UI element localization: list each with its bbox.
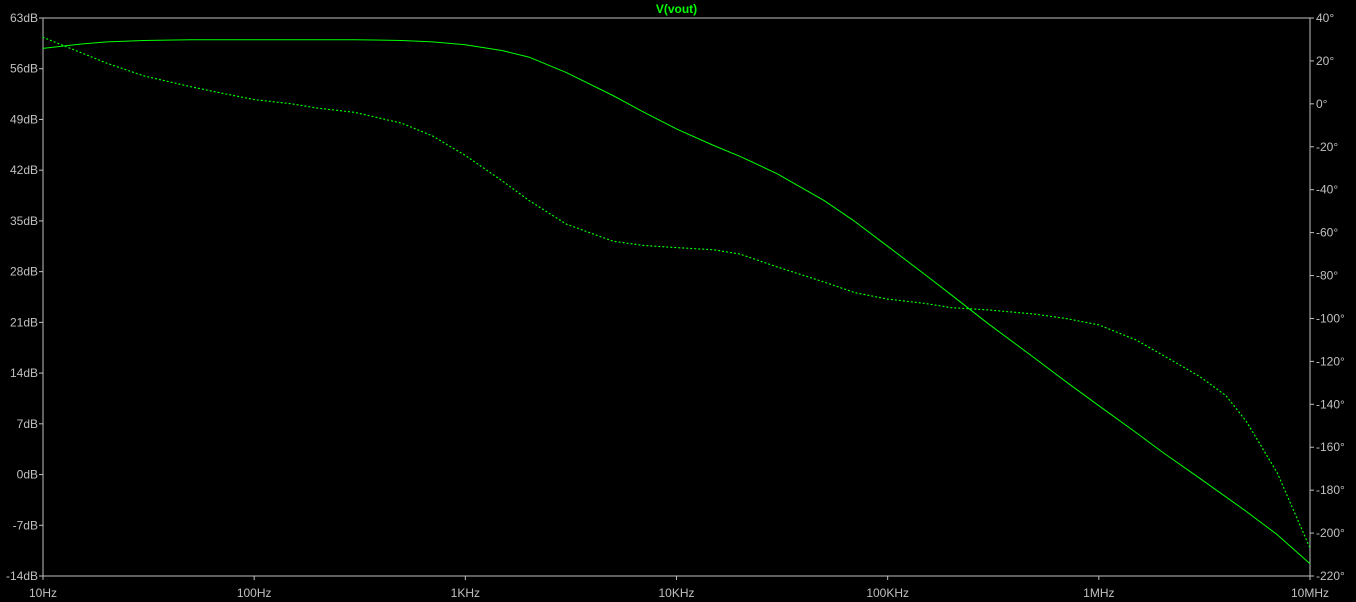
left-tick-label: 7dB	[17, 417, 38, 431]
right-tick-label: 0°	[1316, 97, 1328, 111]
x-tick-label: 100KHz	[866, 586, 909, 600]
x-tick-label: 100Hz	[237, 586, 272, 600]
right-tick-label: -220°	[1316, 569, 1345, 583]
right-tick-label: -80°	[1316, 269, 1338, 283]
right-tick-label: -180°	[1316, 483, 1345, 497]
left-tick-label: 49dB	[10, 112, 38, 126]
plot-background	[0, 0, 1356, 602]
x-tick-label: 1KHz	[451, 586, 480, 600]
right-tick-label: -40°	[1316, 183, 1338, 197]
right-tick-label: -160°	[1316, 440, 1345, 454]
right-tick-label: -120°	[1316, 354, 1345, 368]
bode-plot[interactable]: V(vout) 63dB 56dB 49dB 42dB 35dB 28dB 21dB 14dB…	[0, 0, 1356, 602]
x-tick-label: 10Hz	[29, 586, 57, 600]
right-tick-label: 20°	[1316, 54, 1334, 68]
left-tick-label: 63dB	[10, 11, 38, 25]
bode-plot-window: V(vout) 63dB 56dB 49dB 42dB 35dB 28dB 21dB 14dB…	[0, 0, 1356, 602]
right-tick-label: -100°	[1316, 311, 1345, 325]
left-tick-label: 56dB	[10, 62, 38, 76]
left-tick-label: 42dB	[10, 163, 38, 177]
left-tick-label: 0dB	[17, 468, 38, 482]
chart-title[interactable]: V(vout)	[656, 2, 697, 16]
left-tick-label: -7dB	[13, 518, 38, 532]
left-tick-label: 35dB	[10, 214, 38, 228]
left-tick-label: 21dB	[10, 315, 38, 329]
right-tick-label: -140°	[1316, 397, 1345, 411]
right-tick-label: 40°	[1316, 11, 1334, 25]
left-tick-label: 14dB	[10, 366, 38, 380]
left-tick-label: 28dB	[10, 265, 38, 279]
right-tick-label: -20°	[1316, 140, 1338, 154]
x-tick-label: 1MHz	[1083, 586, 1114, 600]
left-tick-label: -14dB	[6, 569, 38, 583]
right-tick-label: -200°	[1316, 526, 1345, 540]
right-tick-label: -60°	[1316, 226, 1338, 240]
x-tick-label: 10KHz	[658, 586, 694, 600]
x-tick-label: 10MHz	[1291, 586, 1329, 600]
